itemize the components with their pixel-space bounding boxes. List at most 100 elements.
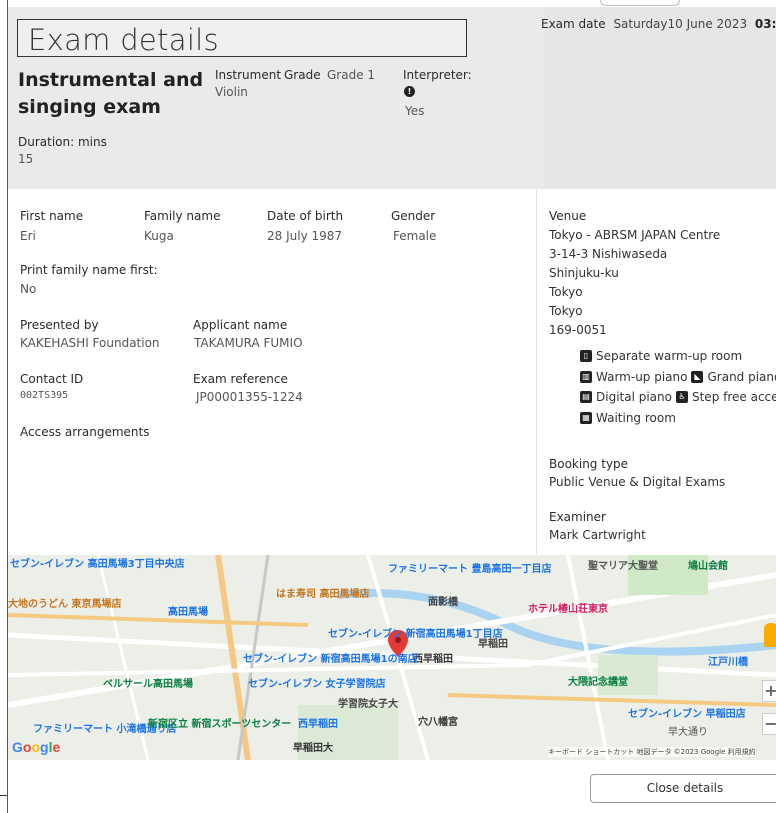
map-label: セブン-イレブン 新宿高田馬場1の南店 bbox=[243, 654, 418, 665]
venue-details: Venue Tokyo - ABRSM JAPAN Centre 3-14-3 … bbox=[536, 189, 776, 555]
duration-label: Duration: mins bbox=[18, 135, 107, 149]
map-label: 早大通り bbox=[668, 727, 708, 738]
map-label: 早稲田大 bbox=[293, 743, 333, 754]
contact-id-label: Contact ID bbox=[20, 372, 84, 386]
map-label: ホテル椿山荘東京 bbox=[528, 604, 608, 615]
map-label: 高田馬場 bbox=[168, 607, 208, 618]
facility-digital-piano: ▤ Digital piano ♿ Step free access bbox=[580, 390, 776, 404]
map-label: 穴八幡宮 bbox=[418, 717, 458, 728]
zoom-out-button[interactable]: − bbox=[762, 713, 776, 735]
map-label: セブン-イレブン 早稲田店 bbox=[628, 709, 746, 720]
map-label: セブン-イレブン 高田馬場3丁目中央店 bbox=[10, 559, 185, 570]
map-label: 江戸川橋 bbox=[708, 657, 748, 668]
venue-address-line: Tokyo - ABRSM JAPAN Centre bbox=[549, 228, 721, 242]
venue-address: Tokyo - ABRSM JAPAN Centre 3-14-3 Nishiw… bbox=[549, 226, 720, 340]
exam-time: 03:32pm bbox=[754, 17, 776, 31]
gender-label: Gender bbox=[391, 209, 436, 223]
venue-address-line: Tokyo bbox=[549, 304, 583, 318]
family-name-value: Kuga bbox=[144, 229, 174, 243]
grand-piano-icon: ◣ bbox=[691, 371, 704, 383]
page-title: Exam details bbox=[28, 23, 219, 57]
exam-date: Exam date Saturday10 June 2023 03:32pm bbox=[541, 17, 776, 31]
map-label: 西早稲田 bbox=[413, 654, 453, 665]
facility-label: Digital piano bbox=[596, 390, 672, 404]
first-name-label: First name bbox=[20, 209, 84, 223]
venue-address-line: 3-14-3 Nishiwaseda bbox=[549, 247, 668, 261]
info-icon[interactable]: ! bbox=[404, 86, 415, 97]
exam-name: Instrumental and singing exam bbox=[18, 69, 204, 118]
map-label: 新宿区立 新宿スポーツセンター bbox=[148, 719, 292, 730]
venue-address-line: 169-0051 bbox=[549, 323, 607, 337]
door-icon: ▯ bbox=[580, 350, 592, 362]
digital-piano-icon: ▤ bbox=[580, 391, 592, 403]
map-label: ベルサール高田馬場 bbox=[103, 679, 193, 690]
contact-id-value: 002TS395 bbox=[20, 390, 69, 401]
facility-waiting-room: ▦ Waiting room bbox=[580, 411, 676, 425]
venue-label: Venue bbox=[549, 209, 587, 223]
zoom-in-button[interactable]: + bbox=[762, 680, 776, 702]
applicant-name-value: TAKAMURA FUMIO bbox=[194, 336, 303, 350]
map-attribution[interactable]: キーボード ショートカット 地図データ ©2023 Google 利用規約 bbox=[548, 747, 756, 757]
dob-label: Date of birth bbox=[267, 209, 344, 223]
exam-reference-value: JP00001355-1224 bbox=[196, 390, 303, 404]
facility-label: Grand piano bbox=[707, 370, 776, 384]
map-label: はま寿司 高田馬場店 bbox=[276, 589, 370, 600]
applicant-name-label: Applicant name bbox=[193, 318, 288, 332]
access-arrangements-label: Access arrangements bbox=[20, 425, 150, 439]
wheelchair-icon: ♿ bbox=[675, 391, 688, 403]
exam-summary-header: Exam details Instrumental and singing ex… bbox=[8, 7, 776, 189]
background-divider bbox=[0, 795, 7, 813]
close-details-button[interactable]: Close details bbox=[590, 774, 776, 803]
dialog-footer: Close details bbox=[8, 760, 776, 813]
map-label: ファミリーマート 豊島高田一丁目店 bbox=[388, 564, 552, 575]
venue-address-line: Tokyo bbox=[549, 285, 583, 299]
grade-value: Grade 1 bbox=[327, 68, 376, 82]
waiting-room-icon: ▦ bbox=[580, 412, 592, 424]
venue-map[interactable]: セブン-イレブン 高田馬場3丁目中央店 大地のうどん 東京馬場店 高田馬場 はま… bbox=[8, 555, 776, 760]
decorative-shape bbox=[600, 0, 680, 6]
examiner-value: Mark Cartwright bbox=[549, 528, 646, 542]
exam-date-panel bbox=[544, 7, 776, 189]
grade-label: Grade bbox=[284, 68, 321, 82]
map-label: 聖マリア大聖堂 bbox=[588, 561, 658, 572]
map-label: 大隈記念講堂 bbox=[568, 677, 628, 688]
facility-separate-warmup: ▯ Separate warm-up room bbox=[580, 349, 742, 363]
gender-value: Female bbox=[393, 229, 437, 243]
examiner-label: Examiner bbox=[549, 510, 606, 524]
print-family-first-value: No bbox=[20, 282, 37, 296]
duration-value: 15 bbox=[18, 152, 34, 166]
facility-label: Waiting room bbox=[596, 411, 676, 425]
facility-warmup-piano: ▥ Warm-up piano ◣ Grand piano bbox=[580, 370, 776, 384]
venue-address-line: Shinjuku-ku bbox=[549, 266, 619, 280]
interpreter-label: Interpreter: bbox=[403, 68, 472, 82]
interpreter-value: Yes bbox=[405, 104, 425, 118]
first-name-value: Eri bbox=[20, 229, 36, 243]
presented-by-value: KAKEHASHI Foundation bbox=[20, 336, 160, 350]
print-family-first-label: Print family name first: bbox=[20, 263, 158, 277]
map-label: セブン-イレブン 女子学習院店 bbox=[248, 679, 386, 690]
exam-date-value: Saturday10 June 2023 bbox=[613, 17, 748, 31]
map-label: 鳩山会館 bbox=[688, 561, 728, 572]
presented-by-label: Presented by bbox=[20, 318, 99, 332]
map-label: 学習院女子大 bbox=[338, 699, 398, 710]
facility-label: Step free access bbox=[691, 390, 776, 404]
exam-reference-label: Exam reference bbox=[193, 372, 288, 386]
street-view-pegman-icon[interactable] bbox=[764, 623, 776, 647]
instrument-label: Instrument bbox=[215, 68, 282, 82]
facility-label: Warm-up piano bbox=[596, 370, 688, 384]
piano-keys-icon: ▥ bbox=[580, 371, 592, 383]
facility-label: Separate warm-up room bbox=[596, 349, 743, 363]
map-label: 面影橋 bbox=[428, 597, 458, 608]
page-title-box: Exam details bbox=[17, 19, 467, 57]
family-name-label: Family name bbox=[144, 209, 221, 223]
map-label: セブン-イレブン 新宿高田馬場1丁目店 bbox=[328, 629, 503, 640]
booking-type-label: Booking type bbox=[549, 457, 629, 471]
exam-details-dialog: Exam details Instrumental and singing ex… bbox=[0, 0, 776, 813]
dob-value: 28 July 1987 bbox=[267, 229, 343, 243]
candidate-details: First name Eri Family name Kuga Date of … bbox=[8, 189, 536, 555]
instrument-value: Violin bbox=[215, 85, 248, 99]
map-label: 西早稲田 bbox=[298, 719, 338, 730]
booking-type-value: Public Venue & Digital Exams bbox=[549, 475, 726, 489]
map-label: 早稲田 bbox=[478, 639, 508, 650]
exam-date-label: Exam date bbox=[541, 17, 606, 31]
